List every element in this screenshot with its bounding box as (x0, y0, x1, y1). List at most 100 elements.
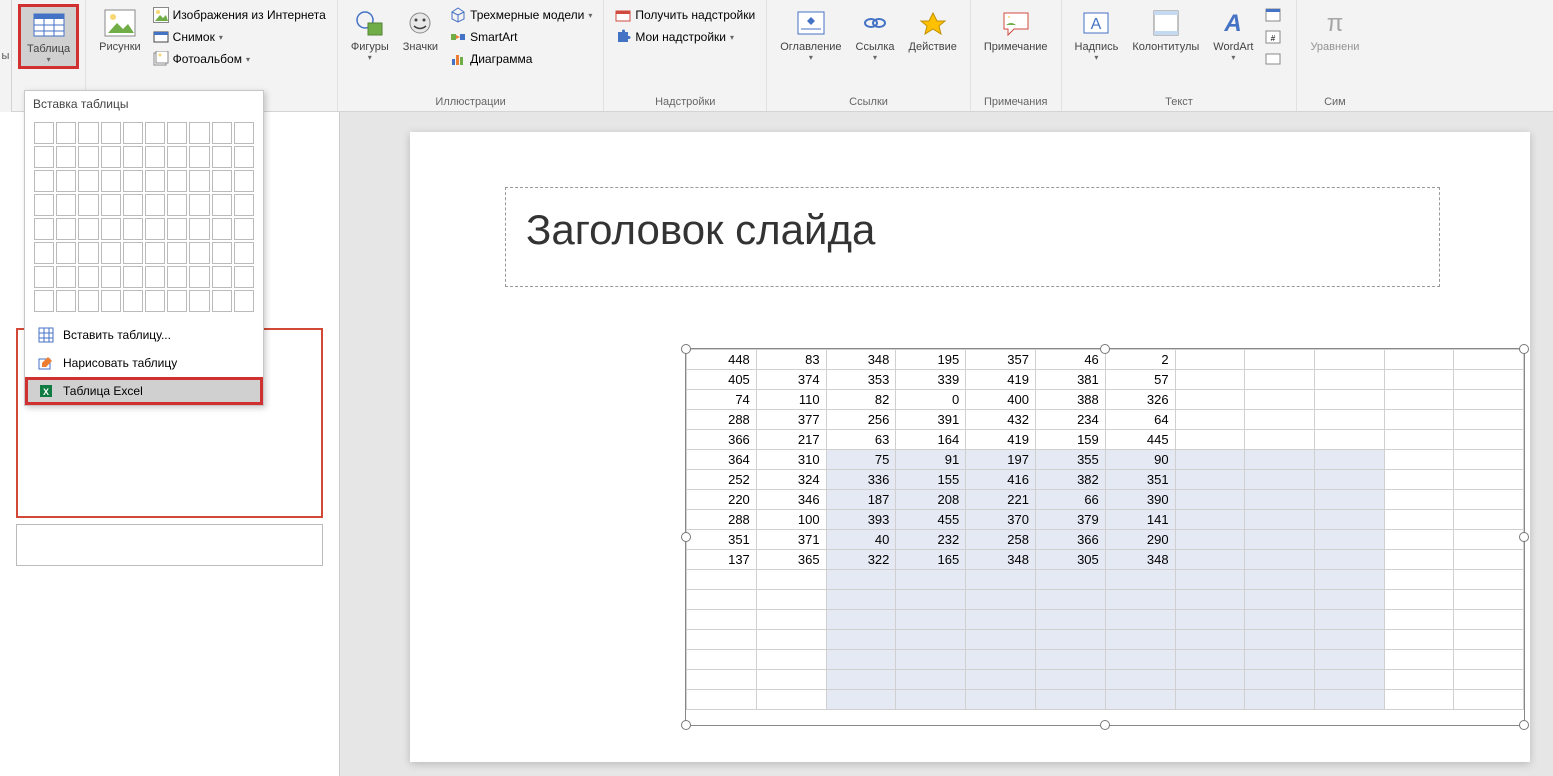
grid-cell[interactable] (189, 242, 209, 264)
grid-cell[interactable] (145, 194, 165, 216)
grid-cell[interactable] (78, 122, 98, 144)
grid-cell[interactable] (234, 122, 254, 144)
grid-cell[interactable] (34, 218, 54, 240)
grid-cell[interactable] (56, 122, 76, 144)
grid-cell[interactable] (123, 146, 143, 168)
grid-cell[interactable] (101, 266, 121, 288)
embedded-excel-object[interactable]: 4488334819535746240537435333941938157741… (685, 348, 1525, 726)
grid-cell[interactable] (78, 290, 98, 312)
grid-cell[interactable] (167, 218, 187, 240)
grid-cell[interactable] (78, 266, 98, 288)
grid-cell[interactable] (234, 266, 254, 288)
grid-cell[interactable] (145, 122, 165, 144)
get-addins-button[interactable]: Получить надстройки (610, 4, 760, 26)
grid-cell[interactable] (189, 122, 209, 144)
resize-handle-br[interactable] (1519, 720, 1529, 730)
grid-cell[interactable] (145, 266, 165, 288)
grid-cell[interactable] (56, 218, 76, 240)
my-addins-button[interactable]: Мои надстройки ▾ (610, 26, 760, 48)
grid-cell[interactable] (167, 242, 187, 264)
insert-table-item[interactable]: Вставить таблицу... (25, 321, 263, 349)
toc-button[interactable]: Оглавление ▾ (773, 4, 848, 65)
grid-cell[interactable] (56, 170, 76, 192)
grid-cell[interactable] (145, 218, 165, 240)
slide-canvas[interactable]: Заголовок слайда 44883348195357462405374… (410, 132, 1530, 762)
grid-cell[interactable] (212, 266, 232, 288)
grid-cell[interactable] (189, 266, 209, 288)
grid-cell[interactable] (56, 290, 76, 312)
grid-cell[interactable] (145, 170, 165, 192)
screenshot-button[interactable]: Снимок ▾ (148, 26, 331, 48)
grid-cell[interactable] (167, 194, 187, 216)
grid-cell[interactable] (212, 194, 232, 216)
grid-cell[interactable] (78, 242, 98, 264)
photo-album-button[interactable]: Фотоальбом ▾ (148, 48, 331, 70)
grid-cell[interactable] (145, 290, 165, 312)
grid-cell[interactable] (101, 242, 121, 264)
grid-cell[interactable] (234, 146, 254, 168)
slide-thumbnail-2[interactable] (16, 524, 323, 566)
resize-handle-rm[interactable] (1519, 532, 1529, 542)
grid-cell[interactable] (34, 194, 54, 216)
3d-models-button[interactable]: Трехмерные модели ▾ (445, 4, 597, 26)
grid-cell[interactable] (78, 170, 98, 192)
grid-cell[interactable] (234, 170, 254, 192)
grid-cell[interactable] (123, 170, 143, 192)
grid-cell[interactable] (101, 290, 121, 312)
resize-handle-bl[interactable] (681, 720, 691, 730)
object-button[interactable] (1260, 48, 1290, 70)
grid-cell[interactable] (212, 170, 232, 192)
grid-cell[interactable] (212, 146, 232, 168)
grid-cell[interactable] (56, 242, 76, 264)
grid-cell[interactable] (167, 290, 187, 312)
table-button[interactable]: Таблица ▾ (18, 4, 79, 69)
resize-handle-lm[interactable] (681, 532, 691, 542)
grid-cell[interactable] (189, 218, 209, 240)
grid-cell[interactable] (167, 146, 187, 168)
grid-cell[interactable] (212, 218, 232, 240)
grid-cell[interactable] (212, 242, 232, 264)
table-size-grid[interactable] (25, 117, 263, 321)
slide-number-button[interactable]: # (1260, 26, 1290, 48)
draw-table-item[interactable]: Нарисовать таблицу (25, 349, 263, 377)
excel-table-item[interactable]: X Таблица Excel (25, 377, 263, 405)
link-button[interactable]: Ссылка ▾ (849, 4, 902, 65)
action-button[interactable]: Действие (902, 4, 964, 56)
grid-cell[interactable] (34, 266, 54, 288)
smartart-button[interactable]: SmartArt (445, 26, 597, 48)
icons-button[interactable]: Значки (396, 4, 445, 56)
date-time-button[interactable] (1260, 4, 1290, 26)
grid-cell[interactable] (123, 122, 143, 144)
grid-cell[interactable] (123, 242, 143, 264)
grid-cell[interactable] (167, 170, 187, 192)
shapes-button[interactable]: Фигуры ▾ (344, 4, 396, 65)
grid-cell[interactable] (167, 266, 187, 288)
resize-handle-tr[interactable] (1519, 344, 1529, 354)
resize-handle-bm[interactable] (1100, 720, 1110, 730)
chart-button[interactable]: Диаграмма (445, 48, 597, 70)
resize-handle-tm[interactable] (1100, 344, 1110, 354)
pictures-button[interactable]: Рисунки (92, 4, 148, 56)
online-pictures-button[interactable]: Изображения из Интернета (148, 4, 331, 26)
grid-cell[interactable] (145, 242, 165, 264)
grid-cell[interactable] (189, 290, 209, 312)
grid-cell[interactable] (56, 146, 76, 168)
grid-cell[interactable] (78, 146, 98, 168)
slide-title-placeholder[interactable]: Заголовок слайда (505, 187, 1440, 287)
grid-cell[interactable] (123, 194, 143, 216)
grid-cell[interactable] (101, 170, 121, 192)
grid-cell[interactable] (123, 218, 143, 240)
grid-cell[interactable] (234, 290, 254, 312)
grid-cell[interactable] (212, 122, 232, 144)
equation-button[interactable]: π Уравнени (1303, 4, 1366, 56)
grid-cell[interactable] (212, 290, 232, 312)
grid-cell[interactable] (189, 146, 209, 168)
grid-cell[interactable] (34, 242, 54, 264)
grid-cell[interactable] (56, 266, 76, 288)
grid-cell[interactable] (189, 170, 209, 192)
grid-cell[interactable] (123, 290, 143, 312)
grid-cell[interactable] (145, 146, 165, 168)
grid-cell[interactable] (34, 122, 54, 144)
grid-cell[interactable] (101, 194, 121, 216)
grid-cell[interactable] (34, 146, 54, 168)
